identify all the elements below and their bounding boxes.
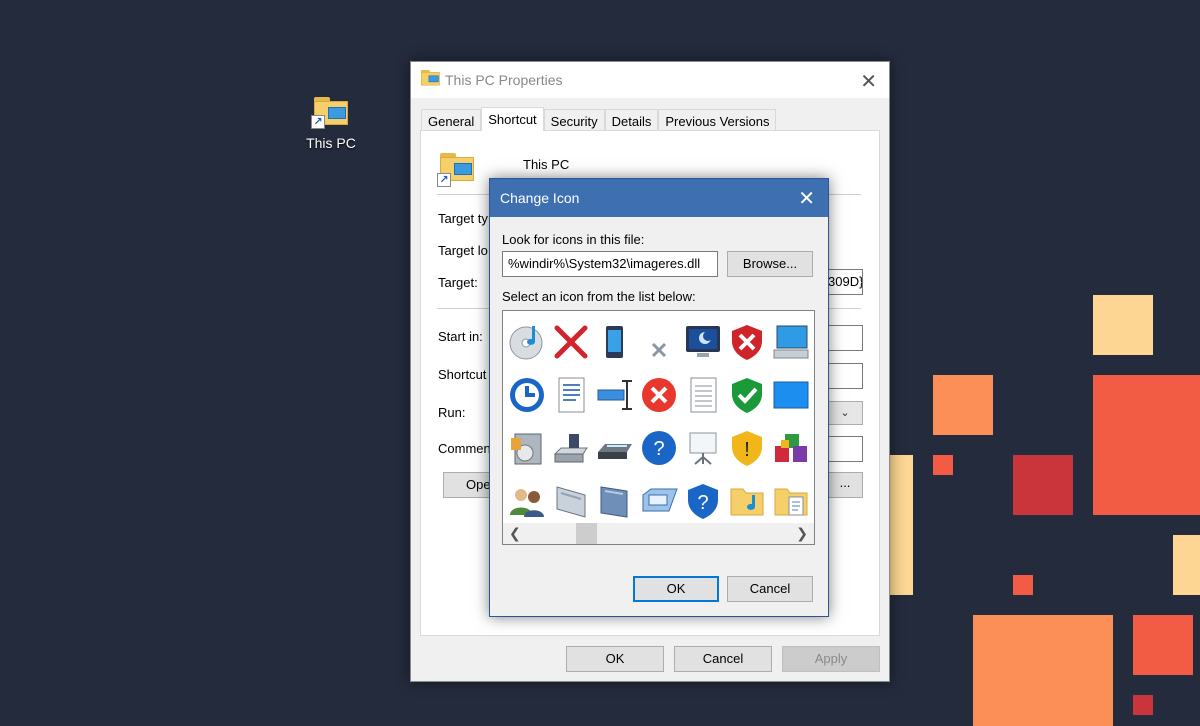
shortcut-folder-icon: ↗ [437,149,477,187]
shortcut-key-input[interactable] [827,363,863,389]
chevron-down-icon: ⌄ [840,407,850,419]
media-drive-icon[interactable] [505,421,549,474]
run-label: Run: [438,405,466,420]
run-select[interactable]: ⌄ [827,401,863,425]
drive-bay-icon[interactable] [549,474,593,527]
deco-square [933,375,993,435]
floppy-drive-icon[interactable] [549,421,593,474]
change-icon-dialog: Change Icon ✕ Look for icons in this fil… [489,178,829,617]
deco-square [1093,295,1153,355]
cancel-button[interactable]: Cancel [727,576,813,602]
look-for-icons-label: Look for icons in this file: [502,232,645,247]
shield-check-icon[interactable] [725,368,769,421]
icon-list[interactable]: ? ! ? ❮ ❯ [502,310,815,545]
deco-square [1173,535,1200,595]
users-icon[interactable] [505,474,549,527]
scrollbar-thumb[interactable] [576,523,597,544]
error-circle-icon[interactable] [637,368,681,421]
document-folder-icon[interactable] [769,474,813,527]
browse-button[interactable]: Browse... [727,251,813,277]
comment-label: Commen [438,441,491,456]
shortcut-arrow-icon: ↗ [437,173,451,187]
svg-text:?: ? [697,492,708,514]
ok-button[interactable]: OK [633,576,719,602]
shortcut-key-label: Shortcut [438,367,487,382]
blank-document-icon[interactable] [681,368,725,421]
svg-text:!: ! [744,439,750,461]
shortcut-arrow-icon: ↗ [311,115,325,129]
music-folder-icon[interactable] [725,474,769,527]
target-label: Target: [438,275,478,290]
blocks-icon[interactable] [769,421,813,474]
select-icon-label: Select an icon from the list below: [502,289,696,304]
close-icon[interactable]: ✕ [798,186,815,211]
dialog-title: Change Icon [500,190,580,206]
deco-square [888,455,913,595]
scroll-right-icon[interactable]: ❯ [796,525,808,542]
cancel-button[interactable]: Cancel [674,646,772,672]
window-title: This PC Properties [445,72,563,88]
help-circle-icon[interactable]: ? [637,421,681,474]
deco-square [1013,575,1033,595]
clock-arrow-icon[interactable] [505,368,549,421]
deco-square [973,615,1113,726]
help-shield-icon[interactable]: ? [681,474,725,527]
desktop-icon-label: This PC [306,135,356,151]
monitor-moon-icon[interactable] [681,315,725,368]
tab-details[interactable]: Details [604,109,659,131]
phone-device-icon[interactable] [593,315,637,368]
desktop-icon-this-pc[interactable]: ↗ This PC [300,93,362,151]
deco-square [1013,455,1073,515]
deco-square [1133,615,1193,675]
tab-strip: General Shortcut Security Details Previo… [421,107,777,131]
projector-screen-icon[interactable] [681,421,725,474]
scanner-icon[interactable] [593,421,637,474]
deco-square [1133,695,1153,715]
document-lines-icon[interactable] [549,368,593,421]
deco-square [933,455,953,475]
drive-folder-icon[interactable] [593,474,637,527]
small-x-icon[interactable] [637,315,681,368]
this-pc-folder-icon: ↗ [311,93,351,129]
tab-shortcut[interactable]: Shortcut [481,107,544,131]
deco-square [1093,375,1200,515]
tab-security[interactable]: Security [543,109,605,131]
computer-icon[interactable] [769,315,813,368]
card-icon[interactable] [637,474,681,527]
start-in-label: Start in: [438,329,483,344]
properties-titlebar[interactable]: This PC Properties ✕ [411,62,889,98]
svg-text:?: ? [653,438,664,460]
comment-input[interactable] [827,436,863,462]
cd-music-icon[interactable] [505,315,549,368]
scroll-left-icon[interactable]: ❮ [509,525,521,542]
change-icon-button[interactable]: ... [827,472,863,498]
shield-warning-icon[interactable]: ! [725,421,769,474]
target-location-label: Target lo [438,243,488,258]
start-in-input[interactable] [827,325,863,351]
ok-button[interactable]: OK [566,646,664,672]
text-cursor-icon[interactable] [593,368,637,421]
target-input[interactable]: 309D} [825,269,863,295]
apply-button[interactable]: Apply [782,646,880,672]
shortcut-name: This PC [523,157,570,172]
icon-file-input[interactable]: %windir%\System32\imageres.dll [502,251,718,277]
red-x-icon[interactable] [549,315,593,368]
horizontal-scrollbar[interactable]: ❮ ❯ [503,523,814,544]
change-icon-titlebar[interactable]: Change Icon ✕ [490,179,828,217]
tab-general[interactable]: General [421,109,482,131]
blue-screen-icon[interactable] [769,368,813,421]
target-type-label: Target ty [438,211,488,226]
tab-previous-versions[interactable]: Previous Versions [658,109,777,131]
close-icon[interactable]: ✕ [860,69,877,94]
shield-x-icon[interactable] [725,315,769,368]
folder-icon [421,70,441,88]
